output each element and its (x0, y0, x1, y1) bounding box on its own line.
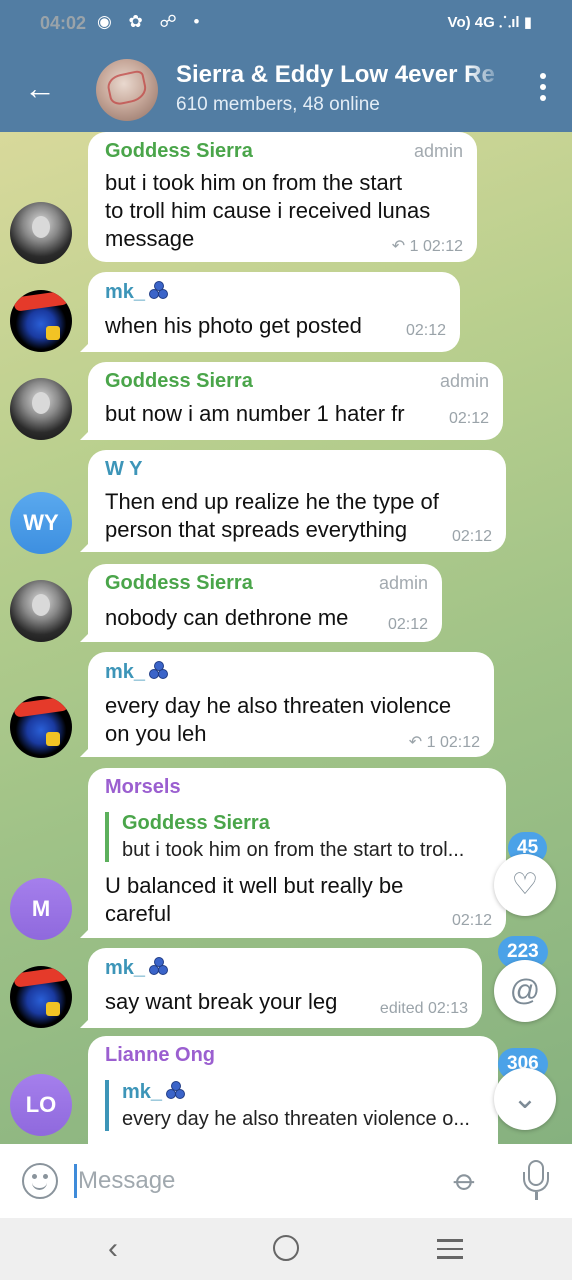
message-bubble[interactable]: mk_ say want break your leg edited 02:13 (80, 948, 482, 1028)
message-time: 02:12 (451, 912, 492, 929)
message-bubble[interactable]: W Y Then end up realize he the type of p… (80, 450, 506, 552)
sender-name[interactable]: mk_ (105, 956, 171, 980)
group-avatar[interactable] (96, 59, 158, 121)
message-bubble[interactable]: mk_ every day he also threaten violence … (80, 652, 494, 757)
text-cursor (74, 1164, 77, 1198)
quote-sender: Goddess Sierra (122, 812, 270, 834)
reply-quote[interactable]: mk_ every day he also threaten violence … (105, 1080, 470, 1131)
sender-name[interactable]: W Y (105, 458, 142, 481)
status-notification-icons: ◉ ✿ ☍ • (97, 12, 206, 31)
quote-text: every day he also threaten violence o... (122, 1108, 470, 1130)
message-text: every day he also threaten violence (105, 693, 452, 718)
scroll-down-chevron-icon[interactable]: ⌄ (494, 1068, 556, 1130)
sender-name[interactable]: Goddess Sierra (105, 572, 253, 595)
chat-member-count: 610 members, 48 online (176, 94, 380, 115)
message-text: nobody can dethrone me (105, 605, 349, 630)
avatar[interactable] (10, 580, 72, 642)
blueberry-emoji-icon (149, 280, 171, 302)
sender-name[interactable]: Goddess Sierra (105, 370, 253, 393)
avatar[interactable] (10, 290, 72, 352)
blueberry-emoji-icon (166, 1080, 188, 1102)
message-text: careful (105, 901, 172, 926)
nav-home-icon[interactable] (273, 1235, 299, 1261)
more-options-icon[interactable] (536, 73, 550, 107)
avatar[interactable]: LO (10, 1074, 72, 1136)
avatar[interactable] (10, 966, 72, 1028)
message-list[interactable]: Goddess Sierra admin but i took him on f… (0, 132, 572, 1144)
reply-quote[interactable]: Goddess Sierra but i took him on from th… (105, 812, 464, 862)
chat-title[interactable]: Sierra & Eddy Low 4ever Re (176, 61, 506, 89)
quote-sender: mk_ (122, 1080, 470, 1104)
emoji-icon[interactable] (22, 1163, 58, 1199)
sender-name[interactable]: mk_ (105, 660, 171, 684)
message-bubble[interactable]: Goddess Sierra admin nobody can dethrone… (80, 564, 442, 642)
admin-label: admin (413, 141, 463, 161)
mentions-at-icon[interactable]: @ (494, 960, 556, 1022)
message-time: edited 02:13 (379, 1000, 468, 1017)
blueberry-emoji-icon (149, 956, 171, 978)
message-time: ↶ 1 02:12 (391, 238, 463, 255)
reply-icon: ↶ (391, 238, 410, 255)
sender-name[interactable]: Lianne Ong (105, 1044, 215, 1067)
chat-header: ← Sierra & Eddy Low 4ever Re 610 members… (0, 48, 572, 132)
message-text: when his photo get posted (105, 313, 362, 338)
message-text: U balanced it well but really be (105, 873, 404, 898)
message-time: 02:12 (405, 322, 446, 339)
message-time: 02:12 (451, 528, 492, 545)
admin-label: admin (378, 573, 428, 593)
system-navigation-bar: ‹ (0, 1218, 572, 1280)
avatar[interactable] (10, 696, 72, 758)
message-bubble[interactable]: Morsels Goddess Sierra but i took him on… (80, 768, 506, 938)
message-text: on you leh (105, 721, 207, 746)
avatar[interactable] (10, 378, 72, 440)
reactions-heart-icon[interactable]: ♡ (494, 854, 556, 916)
nav-recents-icon[interactable] (437, 1239, 463, 1265)
message-text: person that spreads everything (105, 517, 408, 542)
nav-back-icon[interactable]: ‹ (108, 1232, 118, 1266)
reply-icon: ↶ (408, 734, 427, 751)
message-input-bar: ⌀ (0, 1144, 572, 1218)
message-text: to troll him cause i received lunas (105, 198, 431, 223)
message-bubble[interactable]: Lianne Ong mk_ every day he also threate… (88, 1036, 498, 1144)
back-arrow-icon[interactable]: ← (24, 68, 60, 108)
message-bubble[interactable]: Goddess Sierra admin but now i am number… (80, 362, 503, 440)
sender-name[interactable]: Morsels (105, 776, 181, 799)
message-text: say want break your leg (105, 989, 338, 1014)
message-text: Then end up realize he the type of (105, 489, 439, 514)
avatar[interactable]: WY (10, 492, 72, 554)
message-time: 02:12 (448, 410, 489, 427)
blueberry-emoji-icon (149, 660, 171, 682)
message-text: but i took him on from the start (105, 170, 403, 195)
sender-name[interactable]: mk_ (105, 280, 171, 304)
status-network-battery: Vo) 4G ⸫ıl ▮ (447, 14, 532, 31)
microphone-icon[interactable] (520, 1160, 552, 1202)
message-text: but now i am number 1 hater fr (105, 401, 405, 426)
quote-text: but i took him on from the start to trol… (122, 839, 465, 861)
message-time: ↶ 1 02:12 (408, 734, 480, 751)
sender-name[interactable]: Goddess Sierra (105, 140, 253, 163)
avatar[interactable]: M (10, 878, 72, 940)
message-bubble[interactable]: Goddess Sierra admin but i took him on f… (88, 132, 477, 262)
message-time: 02:12 (387, 616, 428, 633)
admin-label: admin (439, 371, 489, 391)
avatar[interactable] (10, 202, 72, 264)
status-bar: 04:02 ◉ ✿ ☍ • Vo) 4G ⸫ıl ▮ (0, 0, 572, 48)
message-bubble[interactable]: mk_ when his photo get posted 02:12 (80, 272, 460, 352)
message-input[interactable] (78, 1162, 418, 1200)
attach-paperclip-icon[interactable]: ⌀ (439, 1155, 491, 1207)
message-text: message (105, 226, 195, 251)
